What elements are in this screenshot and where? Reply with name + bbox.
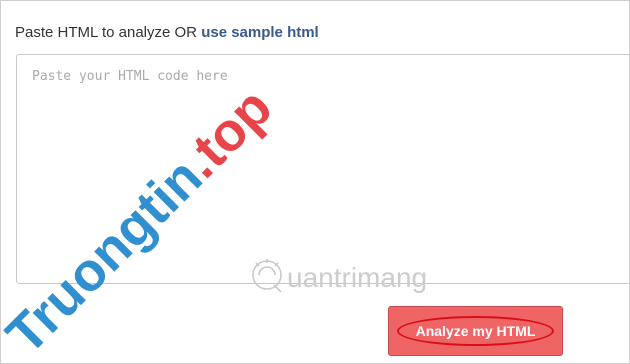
paste-instructions-text: Paste HTML to analyze OR bbox=[15, 24, 202, 41]
analyze-button-label: Analyze my HTML bbox=[415, 323, 536, 339]
html-analyzer-panel: Paste HTML to analyze OR use sample html… bbox=[0, 0, 630, 364]
use-sample-html-link[interactable]: use sample html bbox=[201, 24, 319, 41]
analyze-my-html-button[interactable]: Analyze my HTML bbox=[388, 306, 563, 356]
html-code-textarea[interactable] bbox=[17, 55, 629, 283]
html-editor bbox=[16, 54, 629, 284]
paste-instructions: Paste HTML to analyze OR use sample html bbox=[15, 24, 319, 41]
